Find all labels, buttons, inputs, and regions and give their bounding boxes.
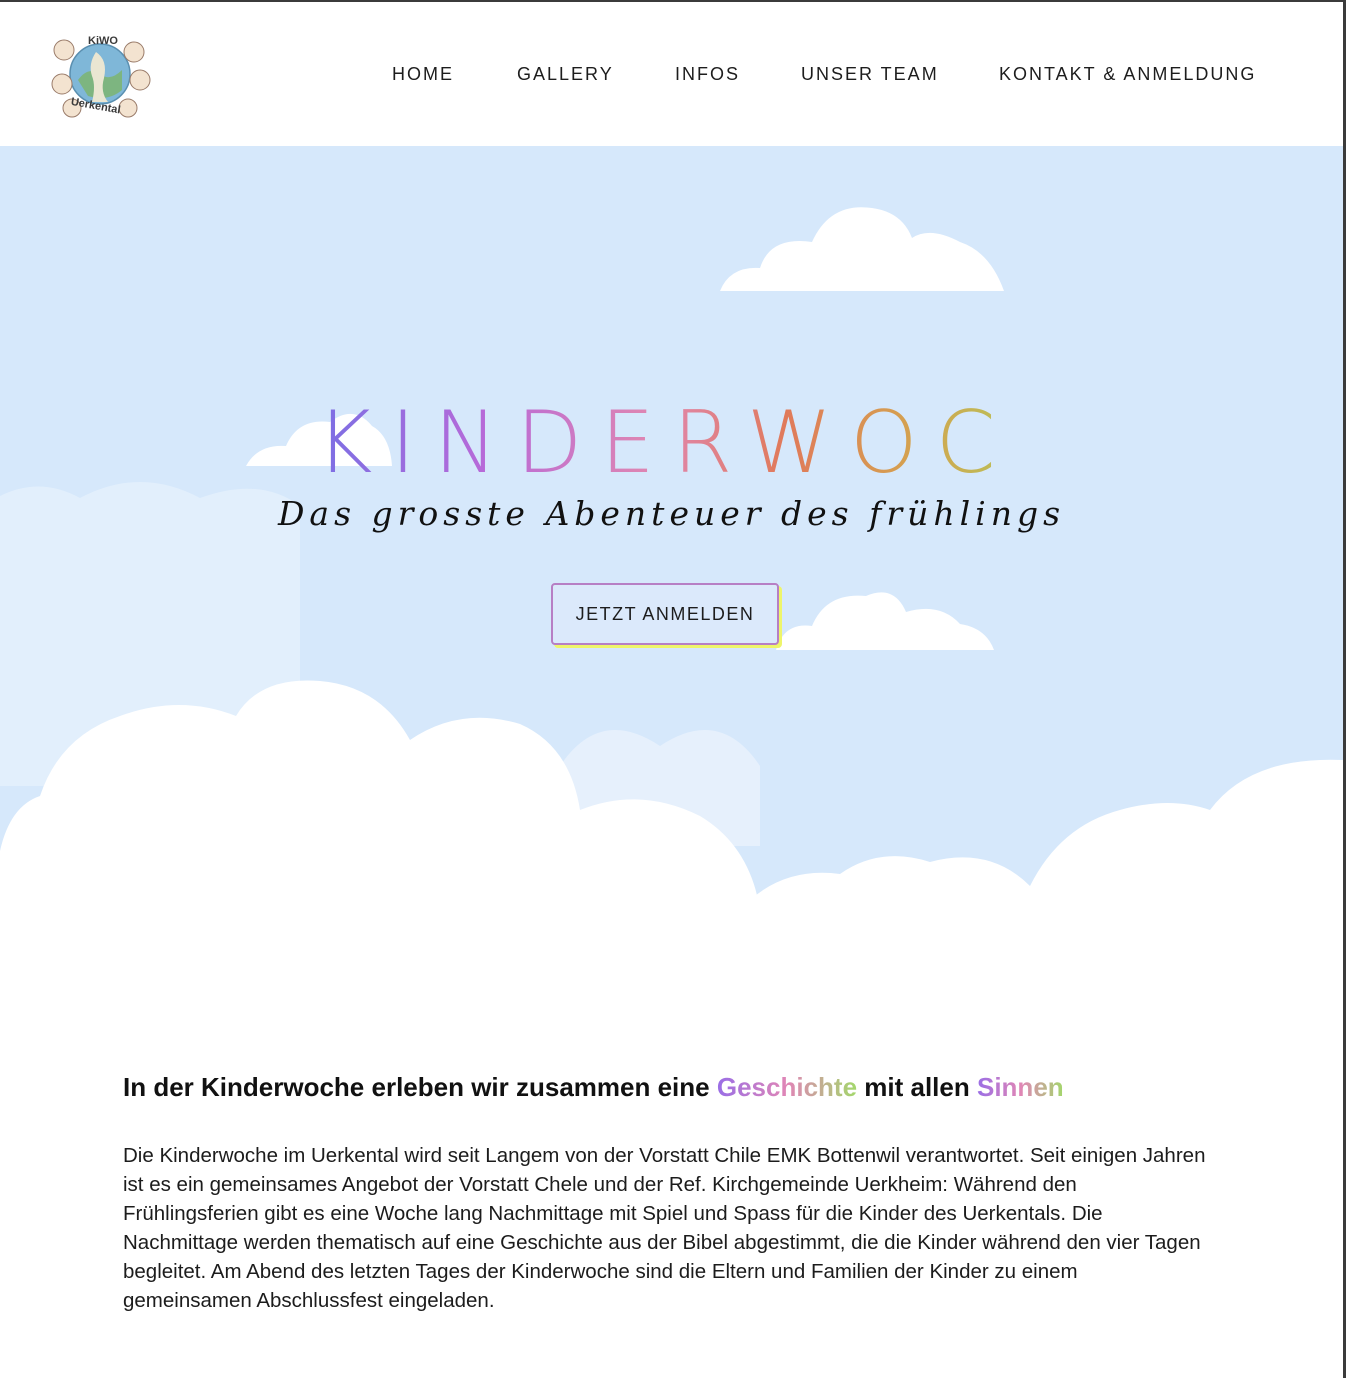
intro-headline-part2: mit allen (864, 1072, 970, 1102)
site-logo[interactable]: KiWO Uerkental (48, 30, 154, 120)
intro-headline-part1: In der Kinderwoche erleben wir zusammen … (123, 1072, 710, 1102)
hero-title-text: KINDERWOCHE (316, 396, 1016, 482)
logo-emblem-icon: KiWO Uerkental (51, 35, 151, 118)
nav-infos[interactable]: INFOS (675, 64, 740, 85)
site-header: KiWO Uerkental HOME GALLERY INFOS UNSER … (0, 2, 1343, 146)
register-now-button[interactable]: JETZT ANMELDEN (551, 583, 779, 645)
intro-headline: In der Kinderwoche erleben wir zusammen … (123, 1072, 1223, 1103)
nav-unser-team[interactable]: UNSER TEAM (801, 64, 939, 85)
intro-section: In der Kinderwoche erleben wir zusammen … (123, 1072, 1223, 1336)
nav-kontakt-anmeldung[interactable]: KONTAKT & ANMELDUNG (999, 64, 1256, 85)
intro-body-text: Die Kinderwoche im Uerkental wird seit L… (123, 1144, 1206, 1312)
intro-headline-highlight-geschichte: Geschichte (716, 1072, 858, 1102)
hero-banner: KINDERWOCHE Das grosste Abenteuer des fr… (0, 146, 1343, 910)
hero-subtitle: Das grosste Abenteuer des frühlings (277, 494, 1066, 533)
intro-headline-highlight-sinnen: Sinnen (976, 1072, 1064, 1102)
nav-gallery[interactable]: GALLERY (517, 64, 614, 85)
hero-title: KINDERWOCHE (316, 396, 1016, 482)
nav-home[interactable]: HOME (392, 64, 454, 85)
logo-top-text: KiWO (88, 35, 118, 47)
